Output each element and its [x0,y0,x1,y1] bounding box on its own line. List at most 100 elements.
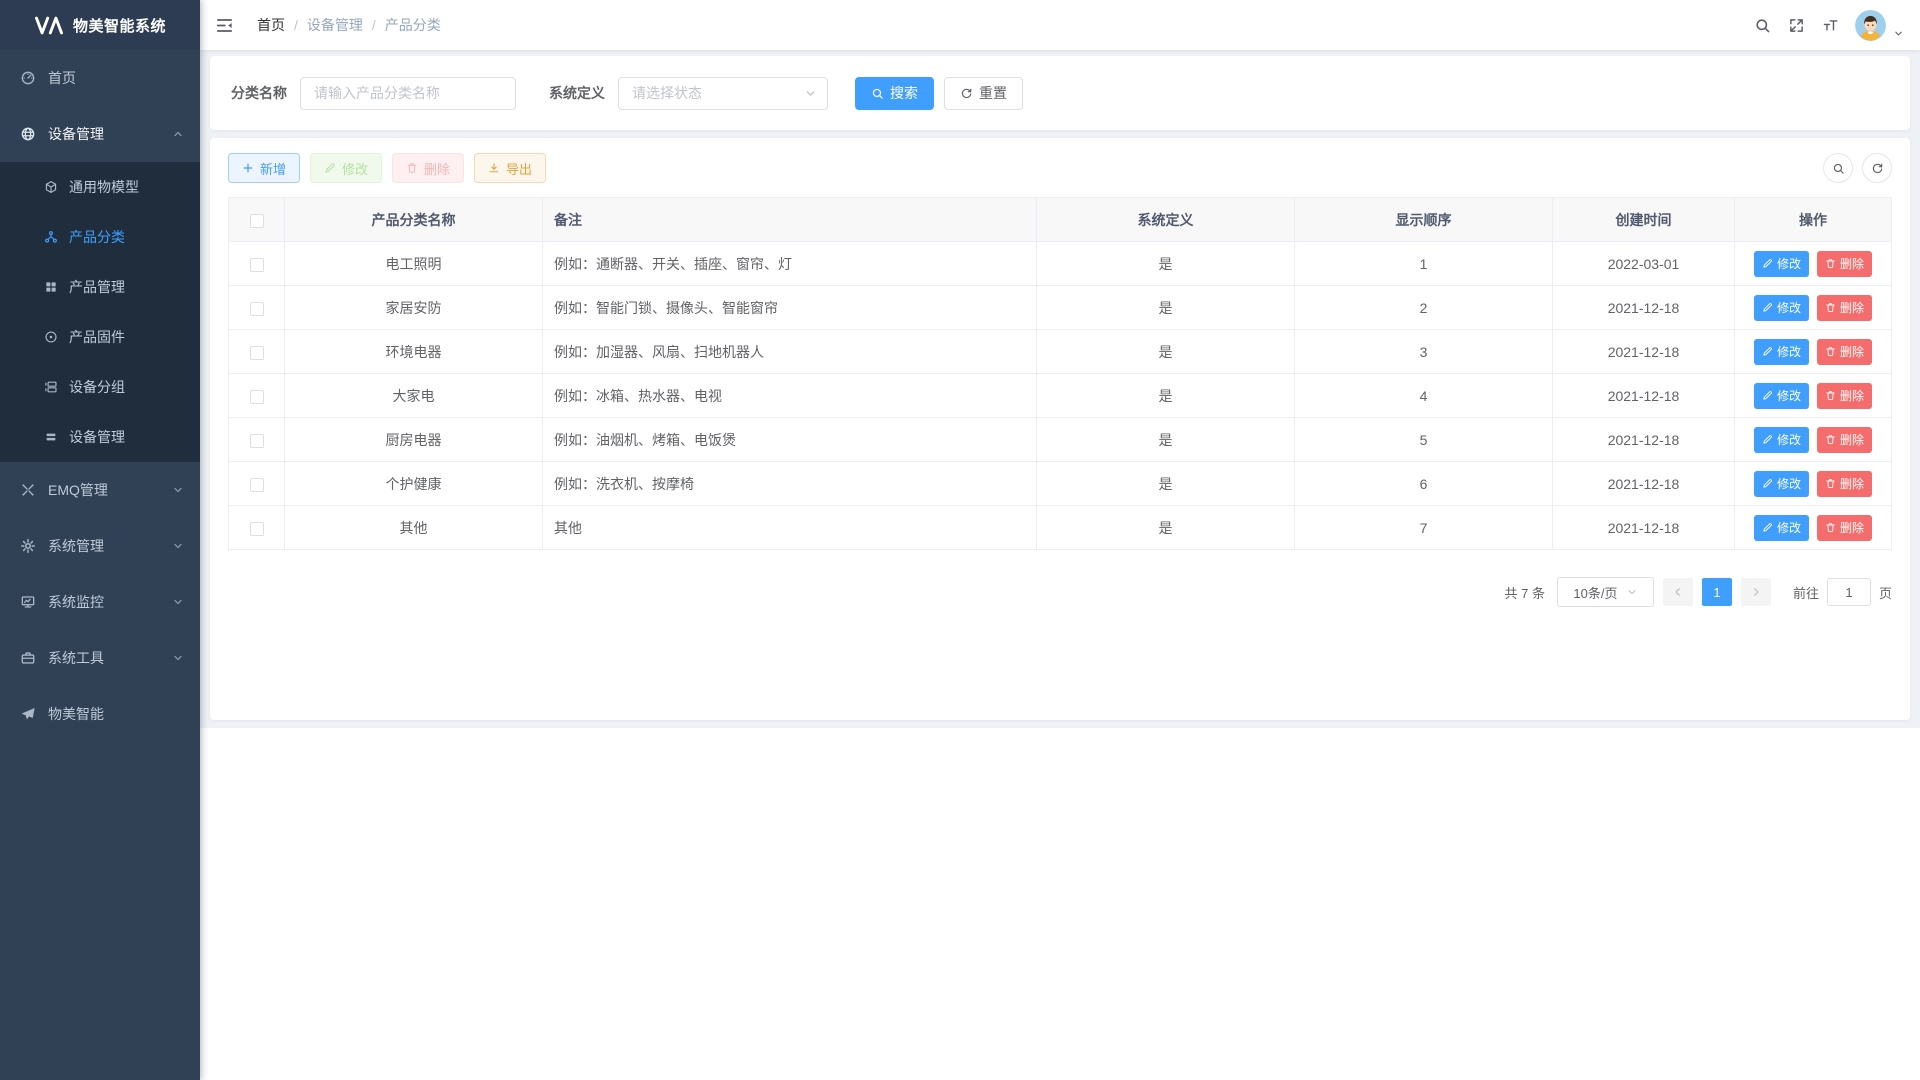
sidebar-item-home[interactable]: 首页 [0,50,200,106]
next-page-button[interactable] [1741,578,1771,606]
edit-button[interactable]: 修改 [310,153,382,183]
row-checkbox[interactable] [250,302,264,316]
toggle-search-button[interactable] [1823,153,1853,183]
row-edit-label: 修改 [1777,299,1801,316]
sidebar-subitem-product-firmware[interactable]: 产品固件 [0,312,200,362]
goto-page-input[interactable] [1827,578,1871,606]
row-delete-label: 删除 [1840,475,1864,492]
sidebar-item-system-tools[interactable]: 系统工具 [0,630,200,686]
search-icon [1754,17,1771,34]
category-name-input[interactable] [300,77,516,110]
row-checkbox[interactable] [250,522,264,536]
row-checkbox[interactable] [250,390,264,404]
sidebar-item-device-management[interactable]: 设备管理 [0,106,200,162]
row-edit-button[interactable]: 修改 [1754,471,1809,497]
delete-button[interactable]: 删除 [392,153,464,183]
sidebar-subitem-product-management[interactable]: 产品管理 [0,262,200,312]
table-row: 电工照明 例如：通断器、开关、插座、窗帘、灯 是 1 2022-03-01 修改… [229,242,1892,286]
cell-display-order: 4 [1295,374,1553,418]
system-defined-select[interactable]: 请选择状态 [618,77,828,110]
sidebar-item-system-monitor[interactable]: 系统监控 [0,574,200,630]
search-button[interactable]: 搜索 [855,77,934,110]
row-delete-label: 删除 [1840,299,1864,316]
row-delete-button[interactable]: 删除 [1817,427,1872,453]
search-panel: 分类名称 系统定义 请选择状态 搜索 重置 [210,56,1910,130]
caret-down-icon [1893,28,1904,39]
header-category-name: 产品分类名称 [285,198,543,242]
trash-icon [1825,390,1836,401]
row-delete-button[interactable]: 删除 [1817,339,1872,365]
cell-display-order: 5 [1295,418,1553,462]
menu-label: 产品管理 [69,277,125,297]
row-edit-button[interactable]: 修改 [1754,515,1809,541]
fullscreen-button[interactable] [1779,0,1813,50]
cell-system-defined: 是 [1037,242,1295,286]
row-edit-button[interactable]: 修改 [1754,251,1809,277]
sidebar-item-emq-management[interactable]: EMQ管理 [0,462,200,518]
sidebar-item-wumei-smart[interactable]: 物美智能 [0,686,200,742]
cell-actions: 修改 删除 [1735,462,1892,506]
row-edit-button[interactable]: 修改 [1754,427,1809,453]
search-icon [1832,162,1845,175]
chevron-up-icon [172,128,184,140]
user-avatar[interactable] [1855,10,1904,41]
menu-label: 物美智能 [48,704,104,724]
prev-page-button[interactable] [1663,578,1693,606]
row-edit-button[interactable]: 修改 [1754,339,1809,365]
breadcrumb-home[interactable]: 首页 [257,15,285,35]
row-delete-button[interactable]: 删除 [1817,515,1872,541]
row-edit-button[interactable]: 修改 [1754,383,1809,409]
reset-button[interactable]: 重置 [944,77,1023,110]
breadcrumb-device-management: 设备管理 [307,15,363,35]
breadcrumb: 首页 / 设备管理 / 产品分类 [257,15,441,35]
cell-created-time: 2021-12-18 [1553,374,1735,418]
sidebar-subitem-device-group[interactable]: 设备分组 [0,362,200,412]
menu-label: 系统监控 [48,592,104,612]
menu-label: 系统工具 [48,648,104,668]
sidebar-subitem-product-category[interactable]: 产品分类 [0,212,200,262]
device-management-submenu: 通用物模型 产品分类 产品管理 产品固件 设备分组 [0,162,200,462]
list-bars-icon [44,430,58,444]
row-delete-button[interactable]: 删除 [1817,295,1872,321]
row-checkbox[interactable] [250,258,264,272]
collapse-sidebar-button[interactable] [200,0,249,50]
refresh-icon [960,87,973,100]
sidebar-subitem-device-management[interactable]: 设备管理 [0,412,200,462]
export-button[interactable]: 导出 [474,153,546,183]
sidebar-subitem-common-thing-model[interactable]: 通用物模型 [0,162,200,212]
table-header-row: 产品分类名称 备注 系统定义 显示顺序 创建时间 操作 [229,198,1892,242]
page-size-select[interactable]: 10条/页 [1557,577,1654,607]
menu-label: 产品固件 [69,327,125,347]
toolbar-right [1823,153,1892,183]
font-size-button[interactable] [1813,0,1847,50]
add-button[interactable]: 新增 [228,153,300,183]
row-checkbox[interactable] [250,346,264,360]
download-icon [488,162,500,174]
row-checkbox[interactable] [250,478,264,492]
page-number-button[interactable]: 1 [1702,578,1732,606]
row-delete-button[interactable]: 删除 [1817,251,1872,277]
select-all-checkbox[interactable] [250,214,264,228]
header-search-button[interactable] [1745,0,1779,50]
cell-category-name: 其他 [285,506,543,550]
chevron-right-icon [1750,586,1762,598]
edit-pencil-icon [1762,302,1773,313]
edit-button-label: 修改 [342,159,368,178]
app-logo[interactable]: 物美智能系统 [0,0,200,50]
system-defined-label: 系统定义 [549,83,605,103]
cell-display-order: 7 [1295,506,1553,550]
header-system-defined: 系统定义 [1037,198,1295,242]
dashboard-icon [20,70,36,86]
cell-created-time: 2021-12-18 [1553,462,1735,506]
row-delete-button[interactable]: 删除 [1817,383,1872,409]
sidebar-item-system-management[interactable]: 系统管理 [0,518,200,574]
font-size-icon [1822,17,1839,34]
menu-label: 首页 [48,68,76,88]
row-edit-button[interactable]: 修改 [1754,295,1809,321]
row-delete-button[interactable]: 删除 [1817,471,1872,497]
trash-icon [1825,478,1836,489]
select-placeholder: 请选择状态 [632,83,702,103]
row-checkbox[interactable] [250,434,264,448]
delete-button-label: 删除 [424,159,450,178]
refresh-table-button[interactable] [1862,153,1892,183]
